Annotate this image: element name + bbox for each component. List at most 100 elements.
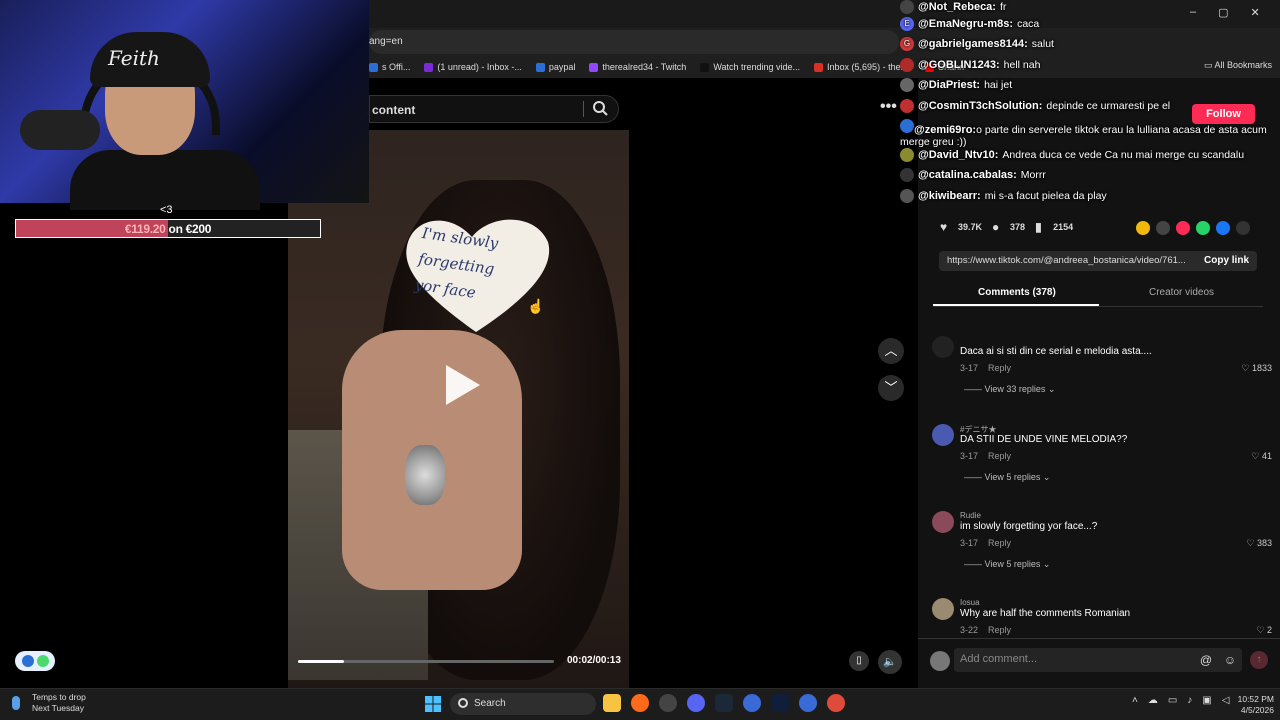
taskbar-search[interactable]: Search bbox=[450, 693, 596, 715]
whatsapp-icon[interactable] bbox=[1196, 221, 1210, 235]
comment-author[interactable]: Iosua bbox=[960, 598, 980, 607]
more-options-icon[interactable]: ••• bbox=[880, 98, 897, 116]
emoji-icon[interactable]: ☺ bbox=[1224, 653, 1236, 667]
photoshop-icon[interactable] bbox=[771, 694, 789, 712]
chat-badge-icon bbox=[900, 0, 914, 14]
avatar[interactable] bbox=[932, 598, 954, 620]
save-stat[interactable]: ▮ 2154 bbox=[1035, 221, 1073, 233]
like-stat[interactable]: ♥ 39.7K bbox=[940, 221, 982, 233]
bookmark-label: Inbox (5,695) - ther... bbox=[827, 62, 911, 72]
streamer-shirt bbox=[70, 150, 260, 210]
bookmark-icon bbox=[535, 62, 545, 72]
search-divider bbox=[583, 101, 584, 117]
bookmark-item[interactable]: Watch trending vide... bbox=[700, 62, 800, 72]
view-replies-button[interactable]: —— View 5 replies ⌄ bbox=[964, 559, 1050, 570]
tab-creator-videos[interactable]: Creator videos bbox=[1149, 287, 1214, 298]
likes-count: 41 bbox=[1261, 451, 1272, 461]
firefox-icon[interactable] bbox=[631, 694, 649, 712]
file-explorer-icon[interactable] bbox=[603, 694, 621, 712]
reply-button[interactable]: Reply bbox=[988, 625, 1011, 635]
play-icon[interactable] bbox=[442, 363, 482, 407]
chrome-icon[interactable] bbox=[827, 694, 845, 712]
github-icon[interactable] bbox=[659, 694, 677, 712]
search-input[interactable]: content bbox=[369, 95, 619, 123]
comment-text: Why are half the comments Romanian bbox=[960, 608, 1131, 619]
comment-stat[interactable]: ● 378 bbox=[992, 221, 1025, 233]
bookmark-item[interactable]: paypal bbox=[535, 62, 575, 72]
heart-icon: ♥ bbox=[940, 220, 948, 234]
chat-message: @DiaPriest: hai jet bbox=[900, 78, 1012, 92]
comment-text: DA STII DE UNDE VINE MELODIA?? bbox=[960, 434, 1128, 445]
goal-target: on €200 bbox=[165, 222, 212, 236]
avatar[interactable] bbox=[932, 511, 954, 533]
chat-username: @kiwibearr: bbox=[918, 190, 981, 202]
facebook-icon[interactable] bbox=[1216, 221, 1230, 235]
cloud-icon[interactable]: ☁ bbox=[1148, 695, 1158, 706]
comment-input[interactable]: Add comment... bbox=[954, 648, 1194, 672]
search-icon[interactable] bbox=[592, 100, 608, 116]
address-bar[interactable]: ang=en bbox=[369, 30, 899, 54]
video-progress-bar[interactable] bbox=[298, 660, 554, 663]
avatar[interactable] bbox=[932, 424, 954, 446]
display-icon[interactable]: ▣ bbox=[1202, 695, 1211, 706]
steam-icon[interactable] bbox=[715, 694, 733, 712]
comment-placeholder: Add comment... bbox=[960, 653, 1038, 665]
taskbar-search-label: Search bbox=[474, 698, 506, 709]
comment-author[interactable]: Rudie bbox=[960, 511, 981, 520]
view-replies-label: View 5 replies bbox=[984, 559, 1041, 569]
reply-button[interactable]: Reply bbox=[988, 363, 1011, 373]
mention-icon[interactable]: @ bbox=[1200, 653, 1212, 667]
chat-username: @EmaNegru-m8s: bbox=[918, 18, 1014, 30]
view-replies-label: View 33 replies bbox=[984, 384, 1046, 394]
bookmark-item[interactable]: therealred34 - Twitch bbox=[589, 62, 686, 72]
view-replies-button[interactable]: —— View 33 replies ⌄ bbox=[964, 384, 1055, 395]
copy-link-button[interactable]: Copy link bbox=[1204, 255, 1249, 266]
note-text: I'm slowly forgetting yor face bbox=[413, 220, 543, 314]
microphone-icon[interactable]: ♪ bbox=[1187, 695, 1192, 706]
app-icon[interactable] bbox=[743, 694, 761, 712]
hat-logo-text: Feith bbox=[108, 46, 160, 70]
comment-likes[interactable]: ♡ 41 bbox=[1251, 451, 1272, 462]
chevron-up-icon[interactable]: ˄ bbox=[1132, 695, 1138, 706]
comment-likes[interactable]: ♡ 383 bbox=[1246, 538, 1272, 549]
app-icon[interactable] bbox=[799, 694, 817, 712]
chat-username: @Not_Rebeca: bbox=[918, 1, 996, 13]
network-icon[interactable]: ▭ bbox=[1168, 695, 1177, 706]
bookmark-item[interactable]: Inbox (5,695) - ther... bbox=[814, 62, 911, 72]
extension-icon bbox=[21, 655, 34, 667]
chat-message: @CosminT3chSolution: depinde ce urmaresti… bbox=[900, 99, 1170, 113]
clock[interactable]: 10:52 PM 4/5/2026 bbox=[1234, 694, 1274, 716]
tab-comments[interactable]: Comments (378) bbox=[978, 287, 1056, 298]
comment-likes[interactable]: ♡ 2 bbox=[1256, 625, 1272, 636]
comment-likes[interactable]: ♡ 1833 bbox=[1241, 363, 1272, 374]
post-comment-button[interactable]: ↑ bbox=[1250, 651, 1268, 669]
discord-icon[interactable] bbox=[687, 694, 705, 712]
reply-button[interactable]: Reply bbox=[988, 451, 1011, 461]
next-video-button[interactable]: ﹀ bbox=[878, 375, 904, 401]
bookmark-icon bbox=[700, 62, 710, 72]
windows-start-icon[interactable] bbox=[425, 696, 441, 712]
view-replies-button[interactable]: —— View 5 replies ⌄ bbox=[964, 472, 1050, 483]
previous-video-button[interactable]: ︿ bbox=[878, 338, 904, 364]
volume-icon[interactable]: ◁ bbox=[1222, 695, 1230, 706]
video-progress-fill bbox=[298, 660, 345, 663]
bookmark-item[interactable]: (1 unread) - Inbox -... bbox=[424, 62, 522, 72]
coin-share-icon[interactable] bbox=[1136, 221, 1150, 235]
chat-username: @zemi69ro: bbox=[914, 124, 977, 136]
status-icon bbox=[36, 655, 49, 667]
avatar[interactable] bbox=[930, 651, 950, 671]
bookmark-item[interactable]: s Offi... bbox=[369, 62, 410, 72]
embed-icon[interactable] bbox=[1156, 221, 1170, 235]
extension-badge[interactable] bbox=[15, 651, 55, 671]
bookmark-icon: ▮ bbox=[1035, 220, 1042, 234]
tab-separator bbox=[933, 306, 1263, 307]
send-icon[interactable] bbox=[1176, 221, 1190, 235]
volume-icon[interactable]: 🔈 bbox=[878, 650, 902, 674]
clock-date: 4/5/2026 bbox=[1240, 705, 1274, 715]
reply-button[interactable]: Reply bbox=[988, 538, 1011, 548]
device-icon[interactable]: ▯ bbox=[849, 651, 869, 671]
video-time: 00:02/00:13 bbox=[567, 655, 621, 666]
avatar[interactable] bbox=[932, 336, 954, 358]
chat-username: @GOBLIN1243: bbox=[918, 59, 1000, 71]
share-arrow-icon[interactable] bbox=[1236, 221, 1250, 235]
